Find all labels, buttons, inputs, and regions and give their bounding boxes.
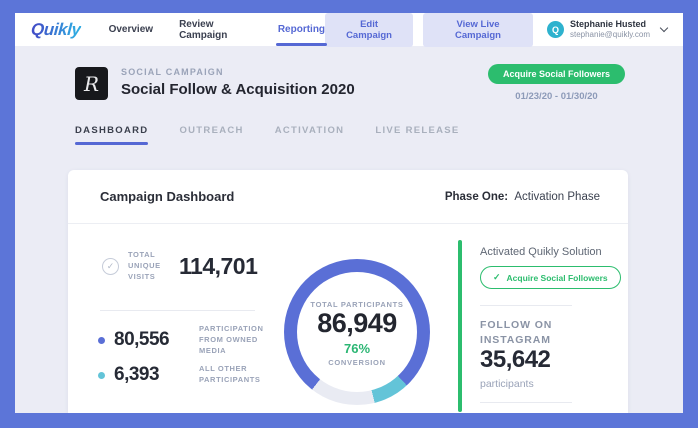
- dashboard-card: Campaign Dashboard Phase One: Activation…: [68, 170, 628, 413]
- user-email: stephanie@quikly.com: [569, 30, 650, 40]
- campaign-type-label: SOCIAL CAMPAIGN: [121, 67, 224, 77]
- campaign-thumbnail-monogram: R: [75, 67, 108, 100]
- phase-value: Activation Phase: [514, 190, 600, 203]
- all-other-value: 6,393: [114, 364, 160, 385]
- conversion-value: 76%: [343, 341, 371, 357]
- campaign-header: R SOCIAL CAMPAIGN Social Follow & Acquis…: [75, 64, 625, 102]
- avatar: Q: [546, 21, 564, 38]
- browser-frame: Quikly Overview Review Campaign Reportin…: [0, 0, 698, 428]
- card-title: Campaign Dashboard: [100, 189, 235, 204]
- acquire-social-followers-button[interactable]: Acquire Social Followers: [487, 64, 625, 84]
- participants-donut-chart: TOTAL PARTICIPANTS 86,949 76% CONVERSION: [284, 259, 430, 405]
- solution-badge[interactable]: ✓ Acquire Social Followers: [480, 266, 621, 289]
- owned-media-bullet-icon: [98, 336, 105, 344]
- visits-label: TOTAL UNIQUE VISITS: [128, 250, 161, 281]
- top-nav-bar: Quikly Overview Review Campaign Reportin…: [15, 13, 683, 47]
- nav-item-overview[interactable]: Overview: [109, 13, 153, 46]
- user-info: Stephanie Husted stephanie@quikly.com: [570, 19, 650, 40]
- owned-media-label: PARTICIPATION FROM OWNED MEDIA: [199, 324, 264, 355]
- tab-live-release[interactable]: LIVE RELEASE: [375, 125, 459, 145]
- activated-solution-heading: Activated Quikly Solution: [480, 246, 602, 258]
- campaign-titles: SOCIAL CAMPAIGN Social Follow & Acquisit…: [121, 67, 355, 98]
- quikly-logo[interactable]: Quikly: [30, 20, 81, 40]
- view-live-campaign-button[interactable]: View Live Campaign: [423, 13, 533, 47]
- panel-divider: [480, 402, 572, 403]
- solution-accent-stripe: [458, 240, 462, 412]
- total-unique-visits-stat: ✓ TOTAL UNIQUE VISITS 114,701: [102, 250, 258, 283]
- all-other-label: ALL OTHER PARTICIPANTS: [199, 364, 261, 384]
- edit-campaign-button[interactable]: Edit Campaign: [325, 13, 414, 47]
- campaign-title: Social Follow & Acquisition 2020: [121, 81, 355, 98]
- tab-outreach[interactable]: OUTREACH: [179, 125, 243, 145]
- owned-media-value: 80,556: [114, 329, 170, 351]
- check-circle-icon: ✓: [102, 257, 119, 275]
- user-menu[interactable]: Q Stephanie Husted stephanie@quikly.com: [546, 19, 669, 40]
- panel-divider: [480, 305, 572, 306]
- all-other-bullet-icon: [98, 371, 105, 379]
- instagram-heading: FOLLOW ON INSTAGRAM: [480, 319, 553, 347]
- dashboard-card-body: ✓ TOTAL UNIQUE VISITS 114,701 80,556 PAR…: [68, 224, 628, 412]
- conversion-label: CONVERSION: [328, 358, 386, 368]
- main-nav: Overview Review Campaign Reporting: [109, 13, 328, 46]
- campaign-meta: Acquire Social Followers 01/23/20 - 01/3…: [487, 64, 625, 102]
- all-other-stat: 6,393 ALL OTHER PARTICIPANTS: [98, 364, 271, 386]
- instagram-participants-value: 35,642: [480, 346, 551, 373]
- topbar-actions: Edit Campaign View Live Campaign Q Steph…: [325, 13, 669, 47]
- campaign-date-range: 01/23/20 - 01/30/20: [515, 91, 598, 102]
- nav-item-reporting[interactable]: Reporting: [275, 13, 328, 46]
- tab-activation[interactable]: ACTIVATION: [275, 125, 345, 145]
- campaign-identity: R SOCIAL CAMPAIGN Social Follow & Acquis…: [75, 67, 355, 100]
- visits-value: 114,701: [179, 252, 258, 279]
- solution-badge-label: Acquire Social Followers: [506, 272, 608, 283]
- tab-dashboard[interactable]: DASHBOARD: [75, 125, 149, 145]
- app-window: Quikly Overview Review Campaign Reportin…: [15, 13, 683, 413]
- dashboard-card-header: Campaign Dashboard Phase One: Activation…: [68, 170, 628, 224]
- user-name: Stephanie Husted: [569, 18, 646, 29]
- section-tabs: DASHBOARD OUTREACH ACTIVATION LIVE RELEA…: [75, 125, 460, 145]
- donut-value: 86,949: [317, 307, 397, 338]
- check-icon: ✓: [493, 272, 501, 282]
- phase-label: Phase One:: [444, 190, 509, 203]
- stats-divider: [100, 310, 255, 311]
- phase-indicator: Phase One: Activation Phase: [445, 191, 600, 203]
- donut-center: TOTAL PARTICIPANTS 86,949 76% CONVERSION: [284, 259, 430, 405]
- nav-item-review-campaign[interactable]: Review Campaign: [179, 13, 252, 46]
- chevron-down-icon[interactable]: [659, 23, 669, 33]
- instagram-participants-unit: participants: [480, 378, 534, 390]
- owned-media-stat: 80,556 PARTICIPATION FROM OWNED MEDIA: [98, 324, 271, 357]
